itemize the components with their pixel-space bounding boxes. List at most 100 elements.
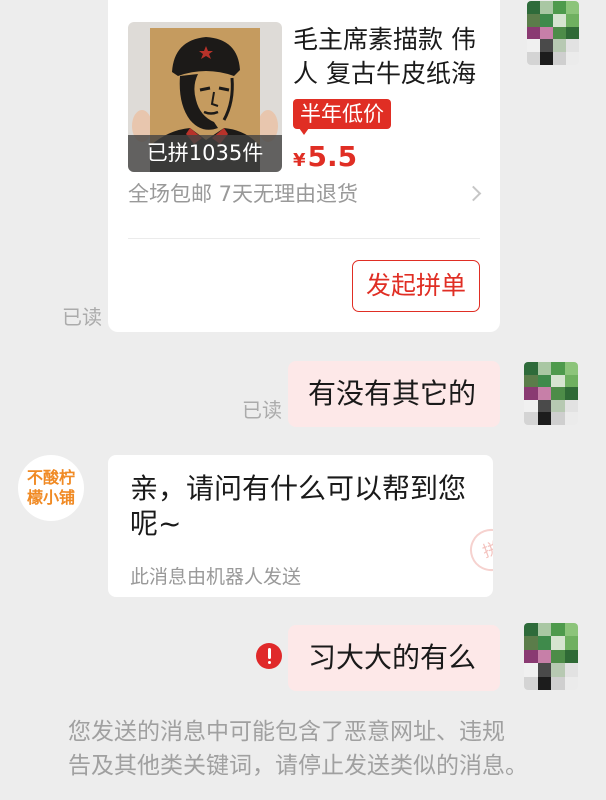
avatar-pixel (564, 649, 578, 664)
service-guarantee-text: 全场包邮 7天无理由退货 (128, 182, 359, 206)
avatar-pixel (564, 663, 578, 677)
avatar-pixel (553, 13, 566, 27)
card-divider (128, 238, 480, 239)
avatar-pixel (524, 676, 538, 690)
avatar-pixel (524, 649, 538, 664)
avatar-pixel (537, 663, 551, 677)
low-price-badge: 半年低价 (293, 99, 391, 135)
product-title-line: 人 复古牛皮纸海 (293, 59, 476, 88)
avatar-pixel (537, 676, 551, 690)
avatar-pixel (553, 26, 566, 40)
product-title[interactable]: 毛主席素描款 伟 人 复古牛皮纸海 (293, 23, 476, 91)
read-status: 已读 (62, 305, 102, 329)
avatar-pixel (540, 26, 553, 40)
avatar-pixel (564, 374, 578, 388)
incoming-message-bubble[interactable]: 亲，请问有什么可以帮到您 呢~ 此消息由机器人发送 拼 (108, 455, 493, 597)
avatar-pixel (537, 412, 551, 425)
sold-count-label: 已拼1035件 (128, 135, 282, 172)
avatar-pixel (540, 39, 553, 53)
avatar-pixel (551, 623, 565, 637)
avatar-pixel (564, 399, 578, 413)
badge-tail (299, 128, 309, 135)
avatar-pixel (564, 636, 578, 650)
avatar-pixel (524, 362, 538, 375)
avatar-pixel (566, 26, 579, 40)
avatar-pixel (566, 13, 579, 27)
shop-logo-text: 檬小铺 (26, 488, 75, 507)
avatar-pixel (524, 387, 538, 400)
avatar-pixel (537, 374, 551, 388)
notice-line: 告及其他类关键词，请停止发送类似的消息。 (68, 753, 528, 779)
avatar-pixel (527, 52, 540, 65)
bot-sent-notice: 此消息由机器人发送 (130, 566, 302, 588)
notice-line: 您发送的消息中可能包含了恶意网址、违规 (68, 719, 505, 745)
error-icon-bar (267, 648, 271, 659)
chevron-right-icon[interactable] (465, 185, 482, 202)
product-card[interactable]: 已拼1035件 毛主席素描款 伟 人 复古牛皮纸海 半年低价 ¥ 5.5 全场包… (108, 0, 500, 332)
outgoing-message-bubble[interactable]: 有没有其它的 (288, 361, 500, 427)
portrait-right-eye (218, 86, 230, 92)
avatar-pixel (540, 52, 553, 65)
avatar-pixel (553, 39, 566, 53)
avatar-pixel (537, 623, 551, 637)
avatar-pixel (566, 39, 579, 53)
avatar-pixel (551, 663, 565, 677)
message-line: 呢~ (130, 507, 182, 540)
avatar-pixel (564, 623, 578, 637)
currency-symbol: ¥ (293, 150, 306, 171)
avatar-pixel (564, 412, 578, 425)
avatar-pixel (551, 362, 565, 375)
avatar-pixel (524, 623, 538, 637)
pinduoduo-watermark: 拼 (464, 523, 493, 577)
avatar-pixel (527, 13, 540, 27)
price-value: 5.5 (307, 140, 358, 173)
avatar-pixel (527, 39, 540, 53)
product-title-line: 毛主席素描款 伟 (293, 25, 476, 54)
read-status: 已读 (242, 398, 282, 422)
shop-avatar[interactable]: 不酸柠 檬小铺 (18, 455, 84, 521)
avatar-pixel (551, 399, 565, 413)
avatar-pixel (537, 387, 551, 400)
user-avatar[interactable] (524, 623, 578, 690)
incoming-message-text: 亲，请问有什么可以帮到您 呢~ (130, 471, 466, 541)
avatar-pixel (527, 1, 540, 14)
error-icon[interactable] (256, 643, 282, 669)
product-image[interactable]: 已拼1035件 (128, 22, 282, 172)
avatar-pixel (564, 676, 578, 690)
avatar-pixel (551, 649, 565, 664)
avatar-pixel (540, 13, 553, 27)
avatar-pixel (524, 399, 538, 413)
avatar-pixel (524, 374, 538, 388)
avatar-pixel (524, 663, 538, 677)
avatar-pixel (551, 636, 565, 650)
avatar-pixel (553, 52, 566, 65)
avatar-pixel (537, 636, 551, 650)
avatar-pixel (551, 412, 565, 425)
outgoing-message-bubble[interactable]: 习大大的有么 (288, 625, 500, 691)
avatar-pixel (537, 399, 551, 413)
avatar-pixel (524, 636, 538, 650)
system-warning-notice: 您发送的消息中可能包含了恶意网址、违规 告及其他类关键词，请停止发送类似的消息。 (68, 715, 528, 783)
product-price: ¥ 5.5 (293, 140, 357, 174)
avatar-pixel (537, 362, 551, 375)
avatar-pixel (551, 387, 565, 400)
avatar-pixel (537, 649, 551, 664)
user-avatar[interactable] (524, 362, 578, 425)
avatar-pixel (527, 26, 540, 40)
avatar-pixel (566, 1, 579, 14)
avatar-pixel (524, 412, 538, 425)
badge-label: 半年低价 (300, 102, 384, 126)
avatar-pixel (566, 52, 579, 65)
portrait-left-eye (199, 86, 211, 92)
avatar-pixel (551, 676, 565, 690)
avatar-pixel (564, 362, 578, 375)
error-icon-dot (267, 661, 271, 664)
start-group-buy-button[interactable]: 发起拼单 (352, 260, 480, 312)
avatar-pixel (553, 1, 566, 14)
shop-logo-text: 不酸柠 (26, 468, 75, 487)
user-avatar[interactable] (527, 1, 579, 65)
service-guarantee-row[interactable]: 全场包邮 7天无理由退货 (128, 181, 482, 207)
avatar-pixel (540, 1, 553, 14)
avatar-pixel (564, 387, 578, 400)
avatar-pixel (551, 374, 565, 388)
